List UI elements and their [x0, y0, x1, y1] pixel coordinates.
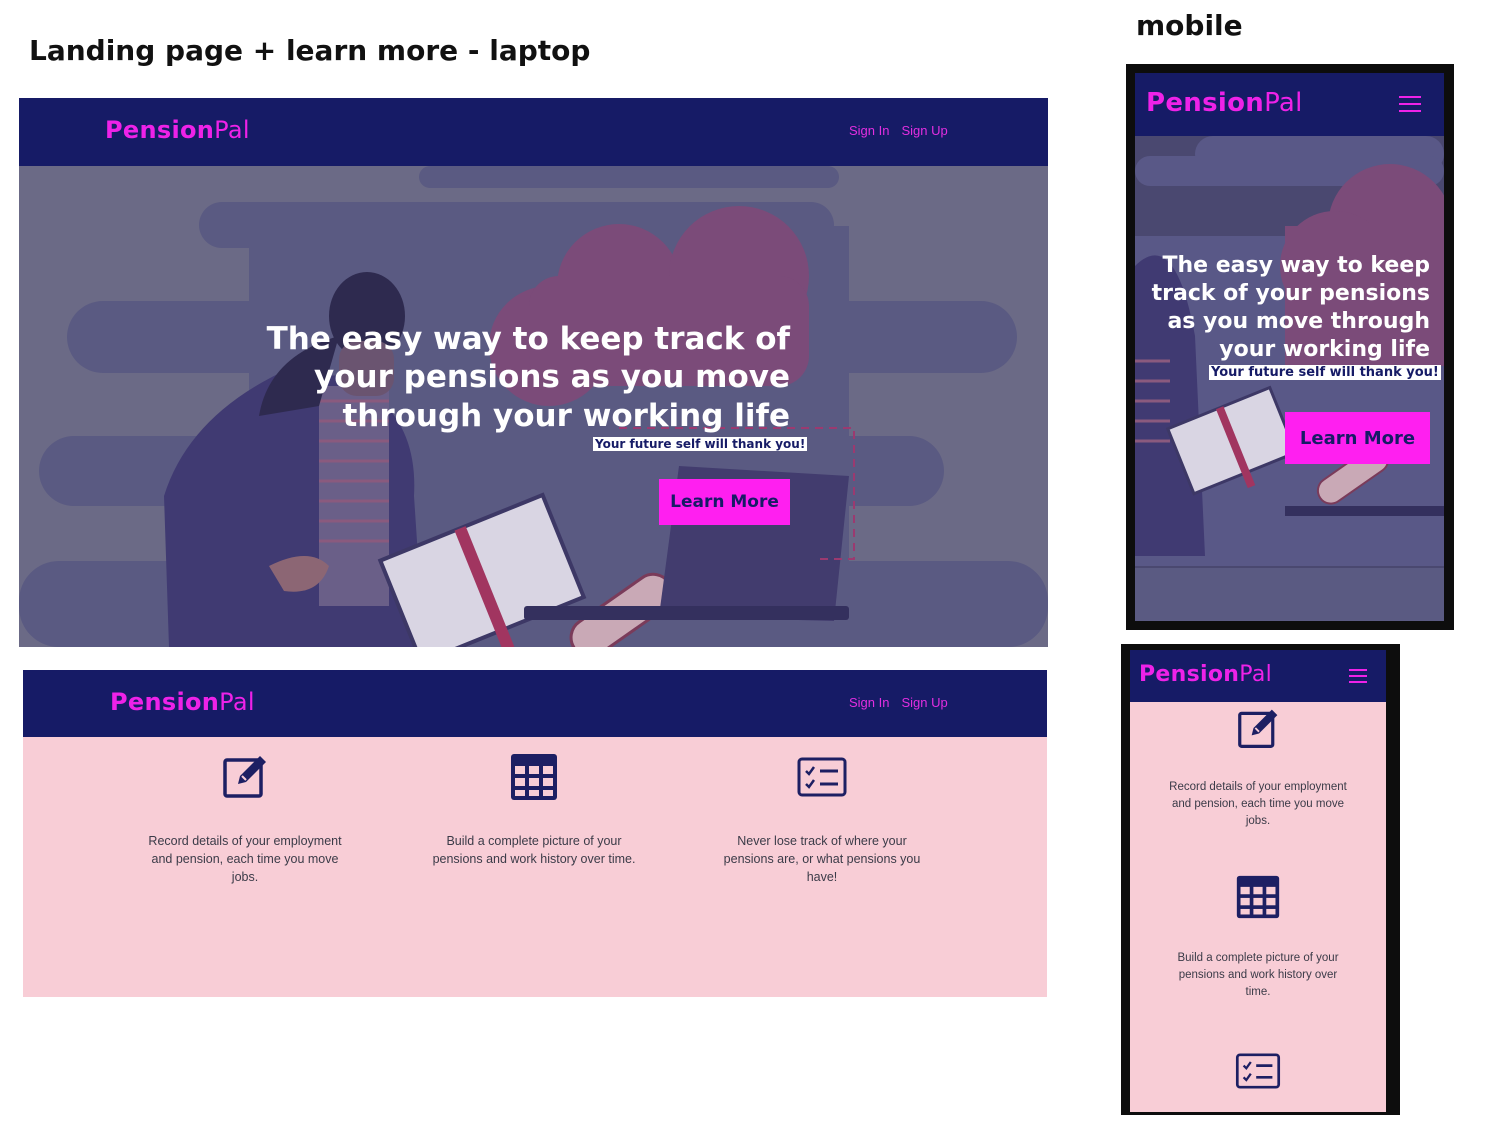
checklist-icon — [1235, 1053, 1281, 1089]
mobile-feature-text-record: Record details of your employment and pe… — [1143, 779, 1373, 830]
feature-line: Build a complete picture of your — [446, 834, 622, 848]
hero-headline-line: as you move through — [1167, 309, 1430, 335]
sign-in-link[interactable]: Sign In — [849, 123, 889, 138]
navbar: PensionPal Sign In Sign Up — [19, 98, 1048, 166]
logo-light-text: Pal — [1264, 88, 1303, 118]
hamburger-menu-icon[interactable] — [1399, 95, 1421, 113]
hamburger-menu-icon[interactable] — [1349, 669, 1367, 683]
navbar: PensionPal Sign In Sign Up — [23, 670, 1047, 737]
logo-light-text: Pal — [1239, 662, 1273, 687]
sign-up-link[interactable]: Sign Up — [901, 123, 947, 138]
feature-text-record: Record details of your employment and pe… — [125, 832, 365, 886]
feature-text-never-lose: Never lose track of where your pensions … — [702, 832, 942, 886]
feature-line: and pension, each time you move — [1172, 798, 1344, 810]
sign-in-link[interactable]: Sign In — [849, 695, 889, 710]
laptop-landing-page: PensionPal Sign In Sign Up The easy way … — [19, 98, 1048, 647]
feature-line: have! — [806, 870, 838, 884]
laptop-section-heading: Landing page + learn more - laptop — [29, 34, 591, 67]
feature-line: time. — [1245, 986, 1271, 998]
hero-headline-line: your pensions as you move — [314, 359, 790, 396]
mobile-hero-tagline: Your future self will thank you! — [1209, 365, 1441, 380]
hero-headline-line: The easy way to keep — [1162, 253, 1430, 278]
laptop-learn-more-page: PensionPal Sign In Sign Up Record details… — [23, 670, 1047, 997]
feature-line: and pension, each time you move — [151, 852, 339, 866]
learn-more-button[interactable]: Learn More — [659, 479, 790, 525]
logo-bold-text: Pension — [105, 116, 215, 144]
logo[interactable]: PensionPal — [105, 116, 250, 144]
edit-icon — [1238, 709, 1278, 748]
feature-line: Never lose track of where your — [737, 834, 907, 848]
logo[interactable]: PensionPal — [1139, 662, 1272, 687]
mobile-section-heading: mobile — [1136, 9, 1243, 42]
mobile-hero-headline: The easy way to keep track of your pensi… — [1143, 252, 1430, 365]
logo[interactable]: PensionPal — [110, 688, 255, 716]
table-icon — [511, 754, 557, 800]
hero-headline: The easy way to keep track of your pensi… — [219, 320, 790, 435]
logo-light-text: Pal — [219, 688, 255, 716]
mobile-learn-more-screen: PensionPal Record details of your employ… — [1130, 650, 1386, 1112]
feature-text-build: Build a complete picture of your pension… — [404, 832, 664, 868]
logo[interactable]: PensionPal — [1146, 88, 1303, 118]
logo-bold-text: Pension — [1146, 88, 1265, 118]
feature-line: Record details of your employment — [148, 834, 342, 848]
mobile-learn-more-button[interactable]: Learn More — [1285, 412, 1430, 464]
mobile-learn-more-frame: PensionPal Record details of your employ… — [1121, 644, 1400, 1115]
hero-headline-line: track of your pensions — [1151, 281, 1430, 307]
hero-headline-line: The easy way to keep track of — [266, 321, 790, 357]
nav-links: Sign In Sign Up — [837, 695, 948, 710]
sign-up-link[interactable]: Sign Up — [901, 695, 947, 710]
edit-icon — [223, 756, 266, 798]
hero-headline-line: through your working life — [342, 397, 790, 434]
hero-headline-line: your working life — [1219, 337, 1430, 363]
mobile-navbar: PensionPal — [1135, 73, 1444, 136]
feature-line: pensions and work history over time. — [432, 852, 636, 866]
mobile-feature-text-build: Build a complete picture of your pension… — [1153, 950, 1363, 1001]
table-icon — [1236, 875, 1280, 919]
feature-line: Record details of your employment — [1169, 781, 1347, 793]
nav-links: Sign In Sign Up — [837, 123, 948, 138]
feature-line: jobs. — [231, 870, 259, 884]
logo-light-text: Pal — [214, 116, 250, 144]
feature-line: Build a complete picture of your — [1177, 952, 1339, 964]
feature-line: pensions are, or what pensions you — [723, 852, 921, 866]
logo-bold-text: Pension — [1139, 662, 1240, 687]
hero-tagline: Your future self will thank you! — [593, 437, 808, 451]
feature-line: jobs. — [1245, 815, 1271, 827]
mobile-landing-frame: PensionPal The easy way to keep track of… — [1126, 64, 1454, 630]
mobile-navbar: PensionPal — [1130, 650, 1386, 702]
checklist-icon — [797, 757, 847, 797]
mobile-landing-screen: PensionPal The easy way to keep track of… — [1135, 73, 1444, 621]
feature-line: pensions and work history over — [1178, 969, 1338, 981]
logo-bold-text: Pension — [110, 688, 220, 716]
